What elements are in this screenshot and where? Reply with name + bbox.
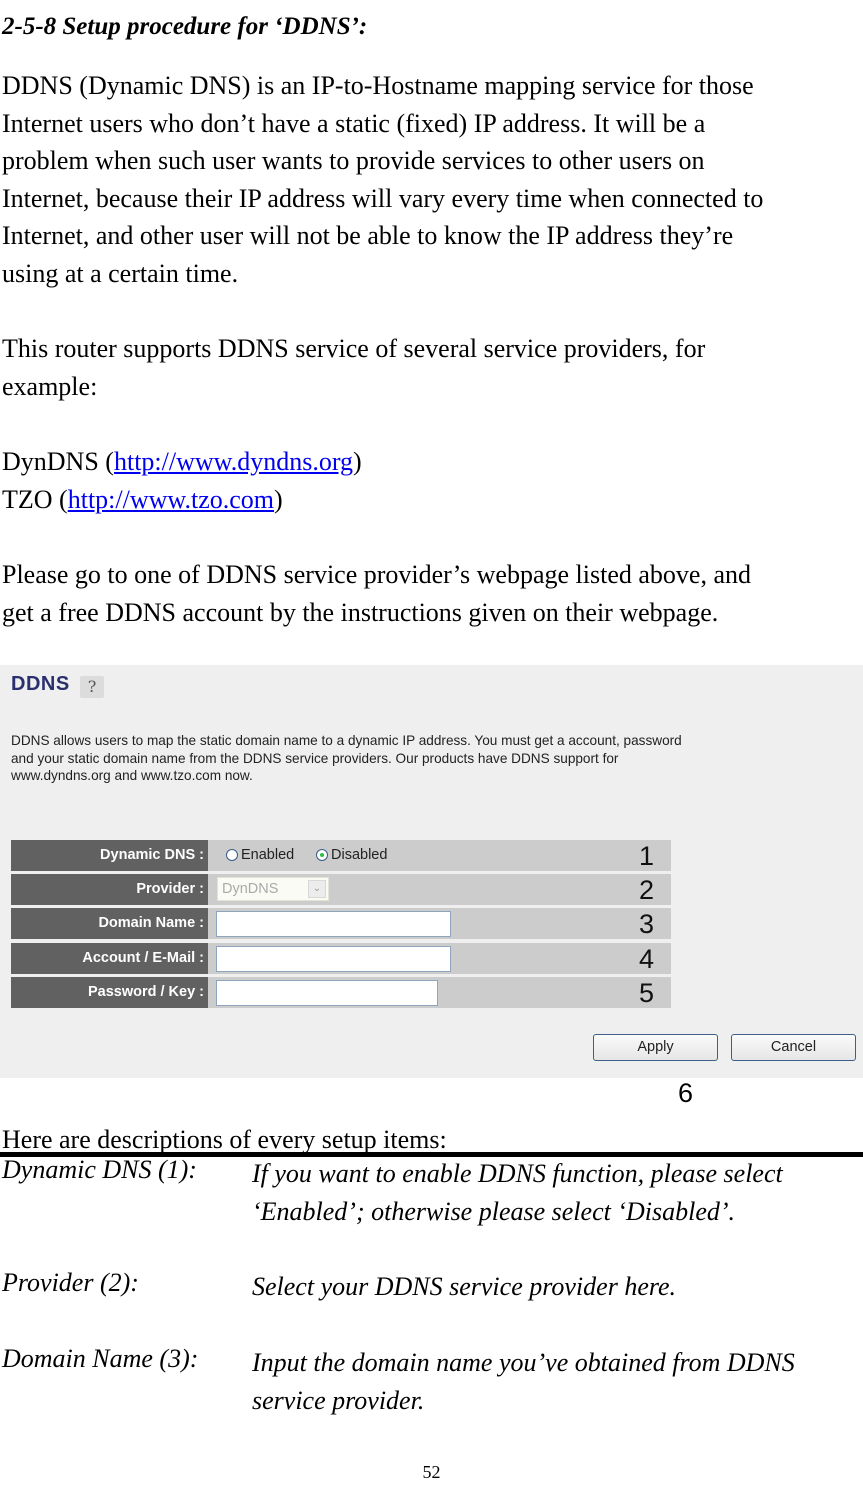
callout-number: 2 xyxy=(638,875,654,905)
callout-number: 5 xyxy=(638,978,654,1008)
intro-line: Internet, and other user will not be abl… xyxy=(2,221,734,250)
support-line: This router supports DDNS service of sev… xyxy=(2,334,706,363)
password-key-row: Password / Key : 5 xyxy=(11,977,671,1008)
intro-line: DDNS (Dynamic DNS) is an IP-to-Hostname … xyxy=(2,71,754,100)
description-term: Domain Name (3): xyxy=(2,1344,199,1373)
callout-number: 1 xyxy=(638,841,654,871)
description-term: Provider (2): xyxy=(2,1268,139,1297)
intro-line: Internet users who don’t have a static (… xyxy=(2,108,706,138)
provider-label: Provider : xyxy=(11,874,208,905)
radio-unselected-icon[interactable] xyxy=(226,849,238,861)
instruction-paragraph: Please go to one of DDNS service provide… xyxy=(2,556,751,631)
provider-item-dyndns: DynDNS (http://www.dyndns.org) xyxy=(2,447,362,476)
description-definition: Select your DDNS service provider here. xyxy=(252,1272,677,1301)
support-line: example: xyxy=(2,371,98,401)
description-definition: Input the domain name you’ve obtained fr… xyxy=(252,1348,795,1415)
panel-description: DDNS allows users to map the static doma… xyxy=(11,733,682,783)
account-email-label: Account / E-Mail : xyxy=(11,943,208,974)
tzo-link[interactable]: http://www.tzo.com xyxy=(68,485,274,514)
intro-line: using at a certain time. xyxy=(2,258,239,288)
radio-selected-icon[interactable] xyxy=(316,849,328,861)
account-email-input[interactable] xyxy=(216,946,451,972)
provider-item-tzo: TZO (http://www.tzo.com) xyxy=(2,484,283,514)
provider-row: Provider : DynDNS ⌄ 2 xyxy=(11,874,671,905)
section-heading: 2-5-8 Setup procedure for ‘DDNS’: xyxy=(2,13,368,40)
domain-name-label: Domain Name : xyxy=(11,908,208,939)
intro-line: problem when such user wants to provide … xyxy=(2,146,705,175)
dynamic-dns-row: Dynamic DNS : Enabled Disabled 1 xyxy=(11,840,671,871)
description-term: Dynamic DNS (1): xyxy=(2,1155,197,1184)
domain-name-input[interactable] xyxy=(216,911,451,937)
provider-select[interactable]: DynDNS ⌄ xyxy=(217,877,329,901)
page-number: 52 xyxy=(422,1462,441,1482)
callout-number: 4 xyxy=(638,944,654,974)
chevron-down-icon[interactable]: ⌄ xyxy=(308,880,326,898)
password-key-input[interactable] xyxy=(216,980,438,1006)
help-icon[interactable]: ? xyxy=(80,676,104,698)
radio-enabled[interactable]: Enabled xyxy=(226,847,294,863)
dynamic-dns-label: Dynamic DNS : xyxy=(11,840,208,871)
password-key-label: Password / Key : xyxy=(11,977,208,1008)
radio-disabled[interactable]: Disabled xyxy=(316,847,387,863)
instruction-line: get a free DDNS account by the instructi… xyxy=(2,597,719,627)
cancel-button[interactable]: Cancel xyxy=(731,1034,856,1061)
provider-list: DynDNS (http://www.dyndns.org) TZO (http… xyxy=(2,443,362,518)
apply-button[interactable]: Apply xyxy=(593,1034,718,1061)
dyndns-link[interactable]: http://www.dyndns.org xyxy=(114,447,353,476)
domain-name-row: Domain Name : 3 xyxy=(11,908,671,939)
intro-paragraph: DDNS (Dynamic DNS) is an IP-to-Hostname … xyxy=(2,67,763,292)
panel-title: DDNS xyxy=(11,673,70,695)
buttons-callout-number: 6 xyxy=(678,1078,694,1108)
ddns-settings-panel: DDNS ? DDNS allows users to map the stat… xyxy=(0,665,863,1078)
instruction-line: Please go to one of DDNS service provide… xyxy=(2,560,751,589)
account-email-row: Account / E-Mail : 4 xyxy=(11,943,671,974)
description-definition: If you want to enable DDNS function, ple… xyxy=(252,1159,783,1226)
callout-number: 3 xyxy=(638,909,654,939)
support-paragraph: This router supports DDNS service of sev… xyxy=(2,330,705,405)
intro-line: Internet, because their IP address will … xyxy=(2,183,764,213)
